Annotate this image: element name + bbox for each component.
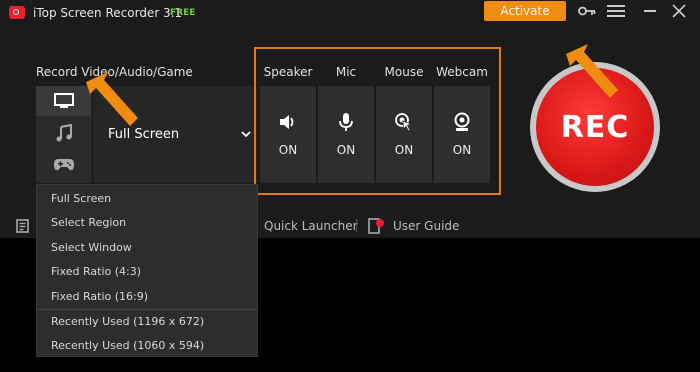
free-badge: FREE <box>170 8 196 18</box>
user-guide-link[interactable]: User Guide <box>393 219 459 233</box>
rec-label[interactable]: REC <box>536 110 654 145</box>
app-title: iTop Screen Recorder 3.1 <box>33 6 183 20</box>
annotation-arrow-source <box>86 72 138 126</box>
quick-launcher-link[interactable]: Quick Launcher <box>264 219 358 233</box>
dropdown-item-full-screen[interactable]: Full Screen <box>51 192 111 205</box>
device-group-highlight <box>254 47 501 195</box>
source-audio-button[interactable] <box>36 118 91 148</box>
title-bar: iTop Screen Recorder 3.1 FREE Activate <box>0 0 700 28</box>
gamepad-icon <box>53 159 74 171</box>
source-screen-button[interactable] <box>36 86 91 116</box>
document-list-icon[interactable] <box>16 219 30 233</box>
dropdown-item-select-region[interactable]: Select Region <box>51 216 126 229</box>
dropdown-item-ratio-16-9[interactable]: Fixed Ratio (16:9) <box>51 290 148 303</box>
dropdown-item-ratio-4-3[interactable]: Fixed Ratio (4:3) <box>51 265 141 278</box>
source-game-button[interactable] <box>36 150 91 180</box>
activate-button[interactable]: Activate <box>484 1 566 21</box>
key-icon[interactable] <box>578 4 596 18</box>
user-guide-icon[interactable] <box>367 217 385 235</box>
link-separator <box>356 219 357 232</box>
music-icon <box>56 124 72 142</box>
dropdown-item-recent-1[interactable]: Recently Used (1196 x 672) <box>51 315 204 328</box>
app-logo-icon <box>9 6 25 19</box>
monitor-icon <box>53 93 74 108</box>
menu-icon[interactable] <box>606 4 626 18</box>
capture-mode-dropdown: Full Screen Select Region Select Window … <box>36 184 258 357</box>
dropdown-item-recent-2[interactable]: Recently Used (1060 x 594) <box>51 339 204 352</box>
annotation-arrow-rec <box>566 44 618 98</box>
chevron-down-icon[interactable] <box>240 128 252 140</box>
dropdown-divider <box>37 309 257 310</box>
dropdown-item-select-window[interactable]: Select Window <box>51 241 132 254</box>
close-icon[interactable] <box>672 4 686 18</box>
minimize-icon[interactable] <box>644 10 656 12</box>
